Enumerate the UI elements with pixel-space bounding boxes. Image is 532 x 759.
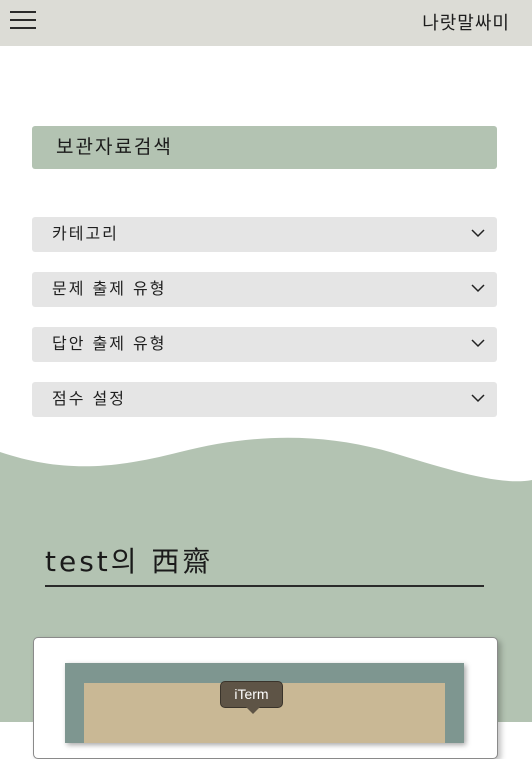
study-title: test의 西齋 bbox=[45, 545, 214, 578]
hamburger-menu-icon[interactable] bbox=[10, 9, 38, 31]
dropdown-label: 답안 출제 유형 bbox=[52, 334, 167, 353]
tooltip: iTerm bbox=[220, 681, 283, 708]
category-dropdown[interactable]: 카테고리 bbox=[32, 217, 497, 252]
chevron-down-icon bbox=[471, 394, 485, 403]
dropdown-label: 문제 출제 유형 bbox=[52, 279, 167, 298]
chevron-down-icon bbox=[471, 339, 485, 348]
dropdown-label: 카테고리 bbox=[52, 224, 119, 243]
tooltip-arrow bbox=[246, 707, 260, 714]
dropdown-label: 점수 설정 bbox=[52, 389, 126, 408]
app-title[interactable]: 나랏말싸미 bbox=[422, 9, 510, 35]
archive-search-heading: 보관자료검색 bbox=[32, 126, 497, 169]
chevron-down-icon bbox=[471, 284, 485, 293]
chevron-down-icon bbox=[471, 229, 485, 238]
score-setting-dropdown[interactable]: 점수 설정 bbox=[32, 382, 497, 417]
answer-type-dropdown[interactable]: 답안 출제 유형 bbox=[32, 327, 497, 362]
divider bbox=[45, 585, 484, 587]
top-bar: 나랏말싸미 bbox=[0, 0, 532, 46]
question-type-dropdown[interactable]: 문제 출제 유형 bbox=[32, 272, 497, 307]
